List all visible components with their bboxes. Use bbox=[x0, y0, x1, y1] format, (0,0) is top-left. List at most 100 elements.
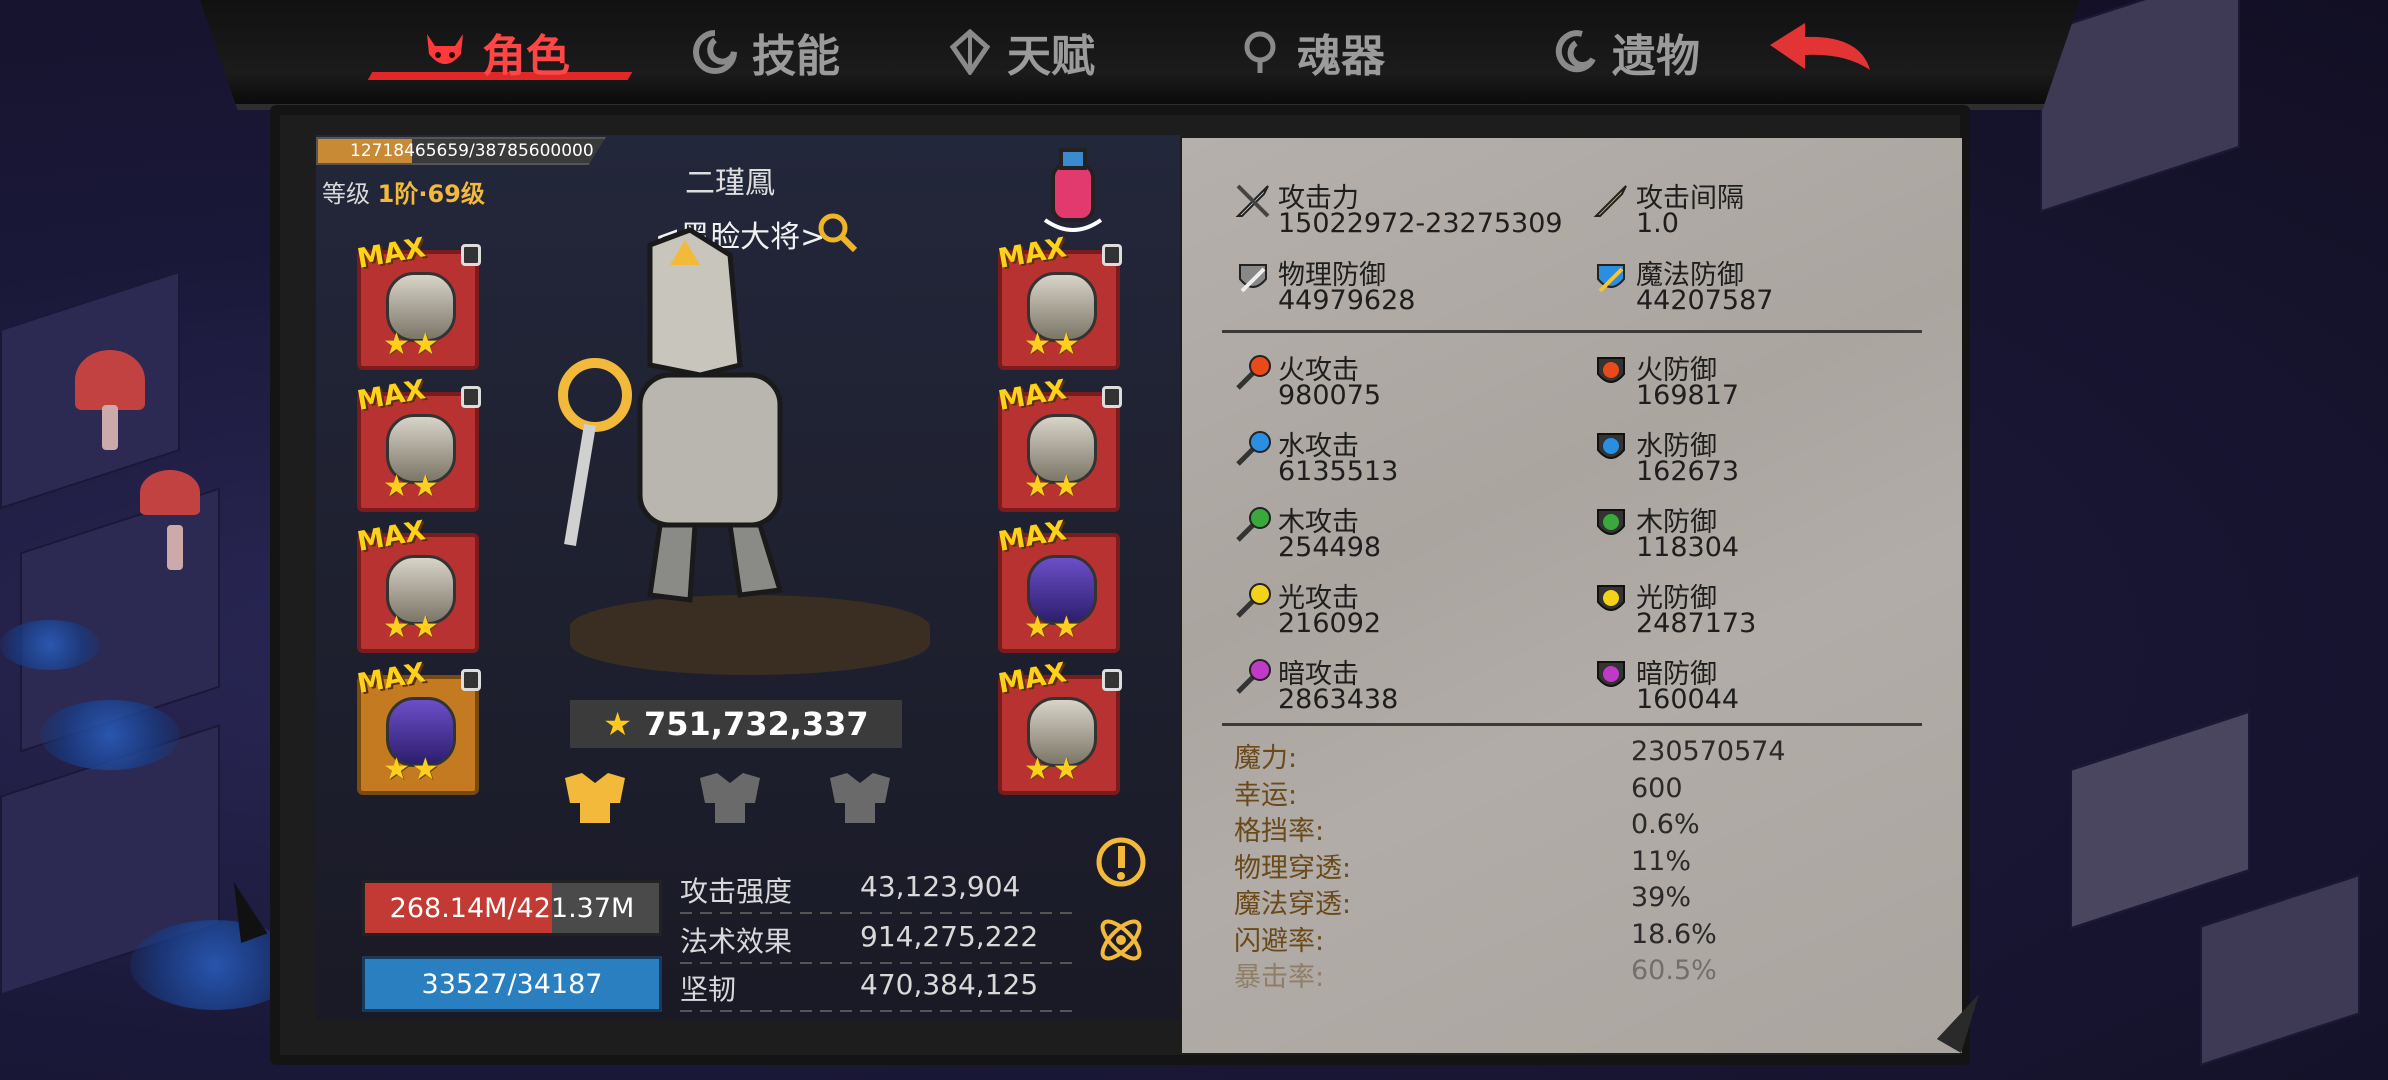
equip-slot-hat[interactable]: MAX ★★ bbox=[355, 657, 481, 795]
tab-skills[interactable]: 技能 bbox=[690, 12, 840, 92]
equip-slot-weapon[interactable]: MAX ★★ bbox=[355, 515, 479, 653]
misc-stat-value: 11% bbox=[1631, 845, 1692, 877]
element-attack-icon bbox=[1236, 507, 1271, 542]
level-prefix: 等级 bbox=[322, 180, 370, 208]
star-icon: ★ bbox=[603, 705, 632, 743]
stat-value: 44979628 bbox=[1278, 285, 1416, 316]
armor-icon bbox=[565, 773, 625, 823]
misc-stat-row: 格挡率: 0.6% bbox=[1234, 809, 1934, 847]
star-rating: ★★ bbox=[1024, 469, 1082, 504]
attr-label: 坚韧 bbox=[680, 973, 737, 1006]
misc-stat-label: 魔法穿透: bbox=[1234, 889, 1352, 920]
misc-stat-row: 闪避率: 18.6% bbox=[1234, 918, 1934, 957]
star-rating: ★★ bbox=[1024, 752, 1082, 787]
outfit-tab-1[interactable] bbox=[560, 768, 630, 828]
lock-icon bbox=[461, 669, 481, 691]
stat-element-defense: 木防御 118304 bbox=[1592, 500, 1932, 568]
tab-label: 角色 bbox=[482, 31, 570, 82]
armor-icon bbox=[700, 773, 760, 823]
sword-icon bbox=[1235, 184, 1270, 218]
stat-attack: 攻击力 15022972-23275309 bbox=[1234, 176, 1574, 244]
stat-element-attack: 木攻击 254498 bbox=[1234, 500, 1574, 568]
reset-button[interactable] bbox=[1093, 912, 1149, 968]
stat-value: 980075 bbox=[1278, 380, 1382, 411]
tab-relic[interactable]: 遗物 bbox=[1550, 12, 1700, 92]
stat-element-defense: 暗防御 160044 bbox=[1592, 652, 1932, 720]
element-defense-icon bbox=[1597, 509, 1625, 535]
stat-value: 169817 bbox=[1636, 380, 1740, 411]
mushroom bbox=[140, 470, 200, 570]
equip-slot-shield[interactable]: MAX ★★ bbox=[996, 657, 1122, 795]
star-rating: ★★ bbox=[383, 327, 441, 362]
stat-element-attack: 光攻击 216092 bbox=[1234, 576, 1574, 644]
equip-slot-boots[interactable]: MAX ★★ bbox=[996, 515, 1120, 653]
stat-magic-defense: 魔法防御 44207587 bbox=[1592, 253, 1932, 321]
hp-bar: 268.14M/421.37M bbox=[362, 880, 662, 936]
tab-label: 技能 bbox=[752, 31, 840, 82]
stat-element-defense: 光防御 2487173 bbox=[1592, 576, 1932, 644]
hp-text: 268.14M/421.37M bbox=[389, 892, 635, 924]
attr-label: 攻击强度 bbox=[680, 875, 793, 908]
soul-icon bbox=[1235, 27, 1285, 77]
tab-soul[interactable]: 魂器 bbox=[1235, 12, 1385, 92]
element-defense-icon bbox=[1597, 661, 1625, 687]
divider bbox=[680, 912, 1080, 914]
info-button[interactable] bbox=[1093, 834, 1149, 890]
equip-slot-armor[interactable]: MAX ★★ bbox=[996, 374, 1122, 512]
tab-label: 遗物 bbox=[1612, 31, 1700, 82]
magic-defense-icon bbox=[1597, 264, 1625, 293]
misc-stat-label: 格挡率: bbox=[1234, 816, 1325, 847]
outfit-tab-2[interactable] bbox=[695, 768, 765, 828]
star-rating: ★★ bbox=[383, 752, 441, 787]
divider bbox=[1222, 723, 1922, 726]
atom-icon bbox=[1100, 919, 1142, 961]
bg-tile bbox=[2040, 0, 2240, 213]
level-value: 1阶·69级 bbox=[377, 180, 485, 208]
stat-value: 160044 bbox=[1636, 684, 1740, 715]
misc-stat-value: 18.6% bbox=[1631, 918, 1717, 950]
element-attack-icon bbox=[1236, 431, 1271, 466]
star-rating: ★★ bbox=[1024, 327, 1082, 362]
equip-slot-mask[interactable]: MAX ★★ bbox=[996, 232, 1122, 370]
lock-icon bbox=[1102, 244, 1122, 266]
tab-label: 魂器 bbox=[1297, 31, 1385, 82]
stat-element-attack: 火攻击 980075 bbox=[1234, 348, 1574, 416]
mp-text: 33527/34187 bbox=[421, 968, 603, 1000]
outfit-tab-3[interactable] bbox=[825, 768, 895, 828]
misc-stat-label: 暴击率: bbox=[1234, 962, 1325, 993]
gem-icon bbox=[945, 27, 995, 77]
stat-element-defense: 水防御 162673 bbox=[1592, 424, 1932, 492]
tab-talent[interactable]: 天赋 bbox=[945, 12, 1095, 92]
attr-value: 914,275,222 bbox=[860, 920, 1039, 953]
misc-stat-label: 物理穿透: bbox=[1234, 852, 1352, 884]
lock-icon bbox=[1102, 669, 1122, 691]
stat-attack-interval: 攻击间隔 1.0 bbox=[1592, 176, 1932, 244]
star-rating: ★★ bbox=[1024, 610, 1082, 645]
misc-stat-row: 魔力: 230570574 bbox=[1234, 736, 1934, 774]
misc-stat-label: 魔力: bbox=[1234, 743, 1298, 774]
hero-sprite bbox=[558, 227, 784, 603]
lock-icon bbox=[1102, 386, 1122, 408]
stat-value: 2487173 bbox=[1636, 608, 1757, 639]
stat-value: 6135513 bbox=[1278, 456, 1399, 487]
misc-stat-row: 物理穿透: 11% bbox=[1234, 845, 1934, 884]
equip-slot-helmet[interactable]: MAX ★★ bbox=[355, 232, 481, 370]
tab-character[interactable]: 角色 bbox=[420, 12, 570, 92]
attr-row: 攻击强度 43,123,904 bbox=[680, 870, 1080, 914]
misc-stat-label: 幸运: bbox=[1234, 779, 1298, 811]
misc-stat-value: 600 bbox=[1631, 772, 1683, 804]
element-attack-icon bbox=[1236, 659, 1271, 694]
stat-value: 118304 bbox=[1636, 532, 1740, 563]
misc-stat-row: 魔法穿透: 39% bbox=[1234, 882, 1934, 920]
potion-button[interactable] bbox=[1035, 140, 1110, 235]
back-button[interactable] bbox=[1760, 15, 1900, 85]
mp-bar: 33527/34187 bbox=[362, 956, 662, 1012]
element-defense-icon bbox=[1597, 585, 1625, 611]
mushroom bbox=[75, 350, 145, 450]
element-defense-icon bbox=[1597, 357, 1625, 383]
stats-panel: 攻击力 15022972-23275309 攻击间隔 1.0 物理防御 4497… bbox=[1182, 138, 1962, 1053]
equip-slot-gloves[interactable]: MAX ★★ bbox=[355, 374, 481, 512]
misc-stat-row: 幸运: 600 bbox=[1234, 772, 1934, 811]
divider bbox=[1222, 330, 1922, 333]
divider bbox=[680, 962, 1080, 964]
